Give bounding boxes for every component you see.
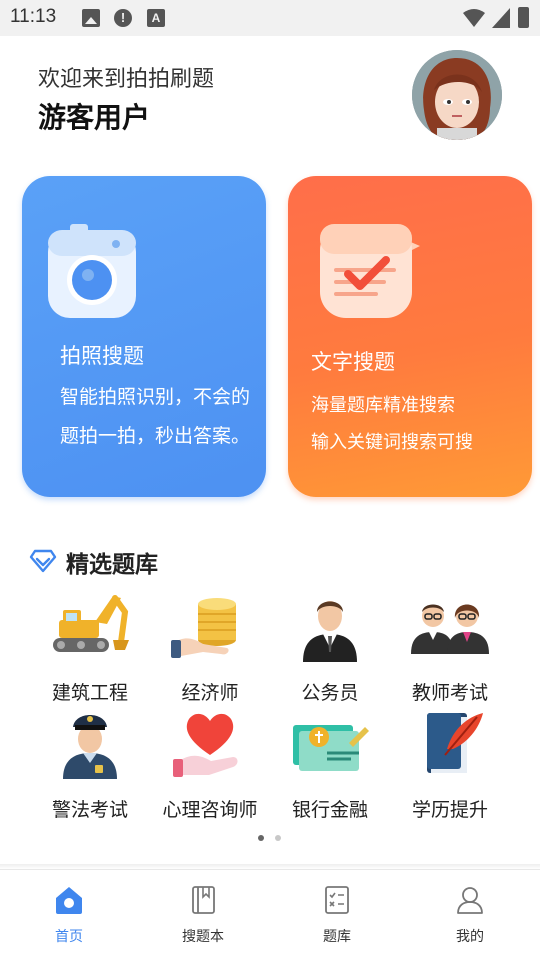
category-item-economist[interactable]: 经济师 bbox=[145, 592, 275, 704]
camera-icon bbox=[48, 224, 136, 318]
category-label: 银行金融 bbox=[291, 799, 368, 821]
username: 游客用户 bbox=[38, 101, 151, 134]
pager-dots bbox=[258, 835, 282, 841]
nav-item-question-bank[interactable]: 题库 bbox=[270, 884, 404, 952]
nav-label: 题库 bbox=[323, 929, 351, 945]
home-icon bbox=[56, 887, 82, 914]
question-bank-icon bbox=[325, 886, 349, 914]
gallery-notification-icon bbox=[82, 9, 100, 27]
text-search-title: 文字搜题 bbox=[311, 350, 395, 374]
text-search-description: 海量题库精准搜索 输入关键词搜索可搜 bbox=[311, 387, 473, 461]
category-item-construction[interactable]: 建筑工程 bbox=[25, 592, 155, 704]
category-label: 警法考试 bbox=[51, 799, 128, 821]
status-time: 11:13 bbox=[10, 6, 57, 27]
nav-label: 搜题本 bbox=[182, 929, 224, 945]
coins-hand-icon bbox=[171, 598, 236, 658]
category-item-police-law[interactable]: 警法考试 bbox=[25, 709, 155, 821]
avatar-girl-icon bbox=[412, 50, 502, 140]
photo-search-card[interactable]: 拍照搜题 智能拍照识别，不会的题拍一拍，秒出答案。 bbox=[22, 176, 266, 497]
battery-icon bbox=[518, 7, 529, 28]
category-item-education[interactable]: 学历提升 bbox=[385, 709, 515, 821]
category-item-civil-servant[interactable]: 公务员 bbox=[265, 592, 395, 704]
alert-notification-icon: ! bbox=[114, 9, 132, 27]
excavator-icon bbox=[53, 595, 129, 652]
bank-card-icon bbox=[293, 725, 369, 771]
text-search-line-1: 海量题库精准搜索 bbox=[311, 395, 455, 416]
nav-item-notebook[interactable]: 搜题本 bbox=[136, 884, 270, 952]
category-label: 学历提升 bbox=[411, 799, 488, 821]
book-quill-icon bbox=[427, 713, 483, 773]
category-label: 教师考试 bbox=[411, 682, 488, 704]
notebook-icon bbox=[192, 886, 215, 914]
businessman-icon bbox=[303, 601, 357, 662]
nav-label: 我的 bbox=[456, 929, 484, 945]
teachers-icon bbox=[411, 604, 489, 654]
heart-hand-icon bbox=[173, 713, 238, 777]
bottom-nav: 首页 搜题本 题库 我的 bbox=[0, 869, 540, 960]
photo-search-title: 拍照搜题 bbox=[60, 344, 144, 368]
pager-dot[interactable] bbox=[275, 835, 281, 841]
diamond-icon bbox=[29, 549, 57, 573]
signal-icon bbox=[492, 8, 510, 28]
profile-icon bbox=[457, 887, 483, 914]
pager-dot-active[interactable] bbox=[258, 835, 264, 841]
wifi-icon bbox=[463, 9, 485, 27]
police-icon bbox=[63, 715, 117, 779]
checked-note-icon bbox=[320, 224, 420, 318]
category-label: 公务员 bbox=[301, 682, 359, 704]
status-bar: 11:13 ! A bbox=[0, 0, 540, 36]
category-label: 建筑工程 bbox=[51, 682, 128, 704]
a-notification-icon: A bbox=[147, 9, 165, 27]
text-search-line-2: 输入关键词搜索可搜 bbox=[311, 432, 473, 453]
category-label: 心理咨询师 bbox=[162, 799, 258, 821]
text-search-card[interactable]: 文字搜题 海量题库精准搜索 输入关键词搜索可搜 bbox=[288, 176, 532, 497]
category-item-teacher-exam[interactable]: 教师考试 bbox=[385, 592, 515, 704]
category-label: 经济师 bbox=[181, 682, 239, 704]
welcome-text: 欢迎来到拍拍刷题 bbox=[38, 67, 215, 92]
category-item-psychologist[interactable]: 心理咨询师 bbox=[145, 709, 275, 821]
avatar[interactable] bbox=[412, 50, 502, 140]
category-item-bank-finance[interactable]: 银行金融 bbox=[265, 709, 395, 821]
nav-label: 首页 bbox=[55, 929, 83, 945]
nav-item-home[interactable]: 首页 bbox=[2, 884, 136, 952]
section-title: 精选题库 bbox=[66, 552, 158, 578]
photo-search-description: 智能拍照识别，不会的题拍一拍，秒出答案。 bbox=[60, 386, 251, 447]
nav-item-profile[interactable]: 我的 bbox=[403, 884, 537, 952]
